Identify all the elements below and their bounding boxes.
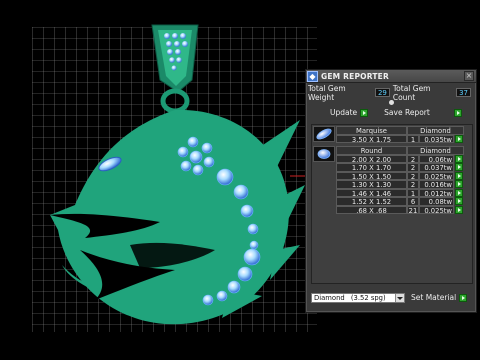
select-gem-button[interactable]: [454, 205, 463, 215]
select-gem-button[interactable]: [454, 163, 463, 172]
total-count-value: 37: [456, 88, 471, 97]
table-row: 3.50 X 1.75 1 0.035tw: [336, 134, 472, 144]
table-row: 1.52 X 1.52 6 0.08tw: [336, 197, 472, 206]
gem-qty: 2: [407, 180, 419, 189]
gem-qty: 21: [407, 205, 419, 215]
table-row: 1.30 X 1.30 2 0.016tw: [336, 180, 472, 189]
chevron-down-icon[interactable]: [395, 293, 404, 302]
gem-group-marquise: Marquise Diamond 3.50 X 1.75 1 0.035tw: [313, 126, 472, 144]
set-material-button[interactable]: [459, 293, 468, 302]
select-gem-button[interactable]: [454, 134, 463, 144]
table-row: 1.46 X 1.46 1 0.012tw: [336, 188, 472, 198]
gem-weight: 0.025tw: [419, 171, 454, 181]
table-row: 1.50 X 1.50 2 0.025tw: [336, 171, 472, 181]
gem-qty: 2: [407, 154, 419, 164]
material-select[interactable]: Diamond (3.52 spg): [311, 292, 405, 303]
total-count-label: Total Gem Count: [392, 83, 431, 102]
gem-qty: 2: [407, 171, 419, 181]
select-gem-button[interactable]: [454, 171, 463, 181]
set-material-label: Set Material: [411, 293, 457, 302]
round-gem-icon[interactable]: [313, 146, 335, 162]
round-rows: 2.00 X 2.00 2 0.06tw 1.70 X 1.70 2 0.037…: [313, 154, 472, 215]
group-material: Diamond: [407, 146, 464, 155]
gem-size: 1.50 X 1.50: [336, 171, 407, 181]
gem-size: 2.00 X 2.00: [336, 154, 407, 164]
table-row: .68 X .68 21 0.025tw: [336, 205, 472, 215]
total-weight-label: Total Gem Weight: [308, 83, 346, 102]
material-select-value: Diamond: [314, 293, 345, 302]
gem-size: 3.50 X 1.75: [336, 134, 407, 144]
table-row: Marquise Diamond: [336, 126, 472, 135]
gem-weight: 0.025tw: [419, 205, 454, 215]
gem-weight: 0.037tw: [419, 163, 454, 172]
material-spg: (3.52 spg): [350, 293, 386, 302]
update-button[interactable]: [360, 108, 369, 117]
gem-reporter-app-icon: ◆: [307, 70, 318, 82]
update-label: Update: [330, 108, 358, 117]
panel-title: GEM REPORTER: [321, 71, 389, 81]
material-bar: Diamond (3.52 spg) Set Material: [311, 292, 475, 303]
group-shape: Round: [336, 146, 407, 155]
select-gem-button[interactable]: [454, 188, 463, 198]
gem-list: Marquise Diamond 3.50 X 1.75 1 0.035tw R…: [311, 124, 473, 284]
gem-qty: 1: [407, 134, 419, 144]
gem-group-round: Round Diamond 2.00 X 2.00 2 0.06tw 1.70 …: [313, 146, 472, 215]
gem-qty: 2: [407, 163, 419, 172]
save-report-button[interactable]: [453, 108, 462, 117]
select-gem-button[interactable]: [454, 154, 463, 164]
save-report-label: Save Report: [384, 108, 430, 117]
select-gem-button[interactable]: [454, 197, 463, 206]
total-weight-value: 29: [374, 88, 390, 97]
gem-size: 1.30 X 1.30: [336, 180, 407, 189]
gem-weight: 0.08tw: [419, 197, 454, 206]
table-row: 1.70 X 1.70 2 0.037tw: [336, 163, 472, 172]
gem-weight: 0.035tw: [419, 134, 454, 144]
gem-reporter-panel: ◆ GEM REPORTER × Total Gem Weight 29 Tot…: [305, 69, 477, 313]
gem-weight: 0.06tw: [419, 154, 454, 164]
table-row: Round Diamond: [336, 146, 472, 155]
totals-row: Total Gem Weight 29 Total Gem Count 37: [306, 83, 476, 102]
gem-weight: 0.016tw: [419, 180, 454, 189]
group-material: Diamond: [407, 126, 464, 135]
gem-size: 1.46 X 1.46: [336, 188, 407, 198]
select-gem-button[interactable]: [454, 180, 463, 189]
gem-size: .68 X .68: [336, 205, 407, 215]
gem-size: 1.70 X 1.70: [336, 163, 407, 172]
group-shape: Marquise: [336, 126, 407, 135]
marquise-gem-icon[interactable]: [313, 126, 335, 142]
action-row: Update Save Report: [306, 107, 476, 118]
panel-titlebar[interactable]: ◆ GEM REPORTER ×: [306, 70, 476, 83]
gem-qty: 1: [407, 188, 419, 198]
gem-weight: 0.012tw: [419, 188, 454, 198]
close-icon[interactable]: ×: [464, 71, 474, 81]
gem-size: 1.52 X 1.52: [336, 197, 407, 206]
table-row: 2.00 X 2.00 2 0.06tw: [336, 154, 472, 164]
gem-qty: 6: [407, 197, 419, 206]
